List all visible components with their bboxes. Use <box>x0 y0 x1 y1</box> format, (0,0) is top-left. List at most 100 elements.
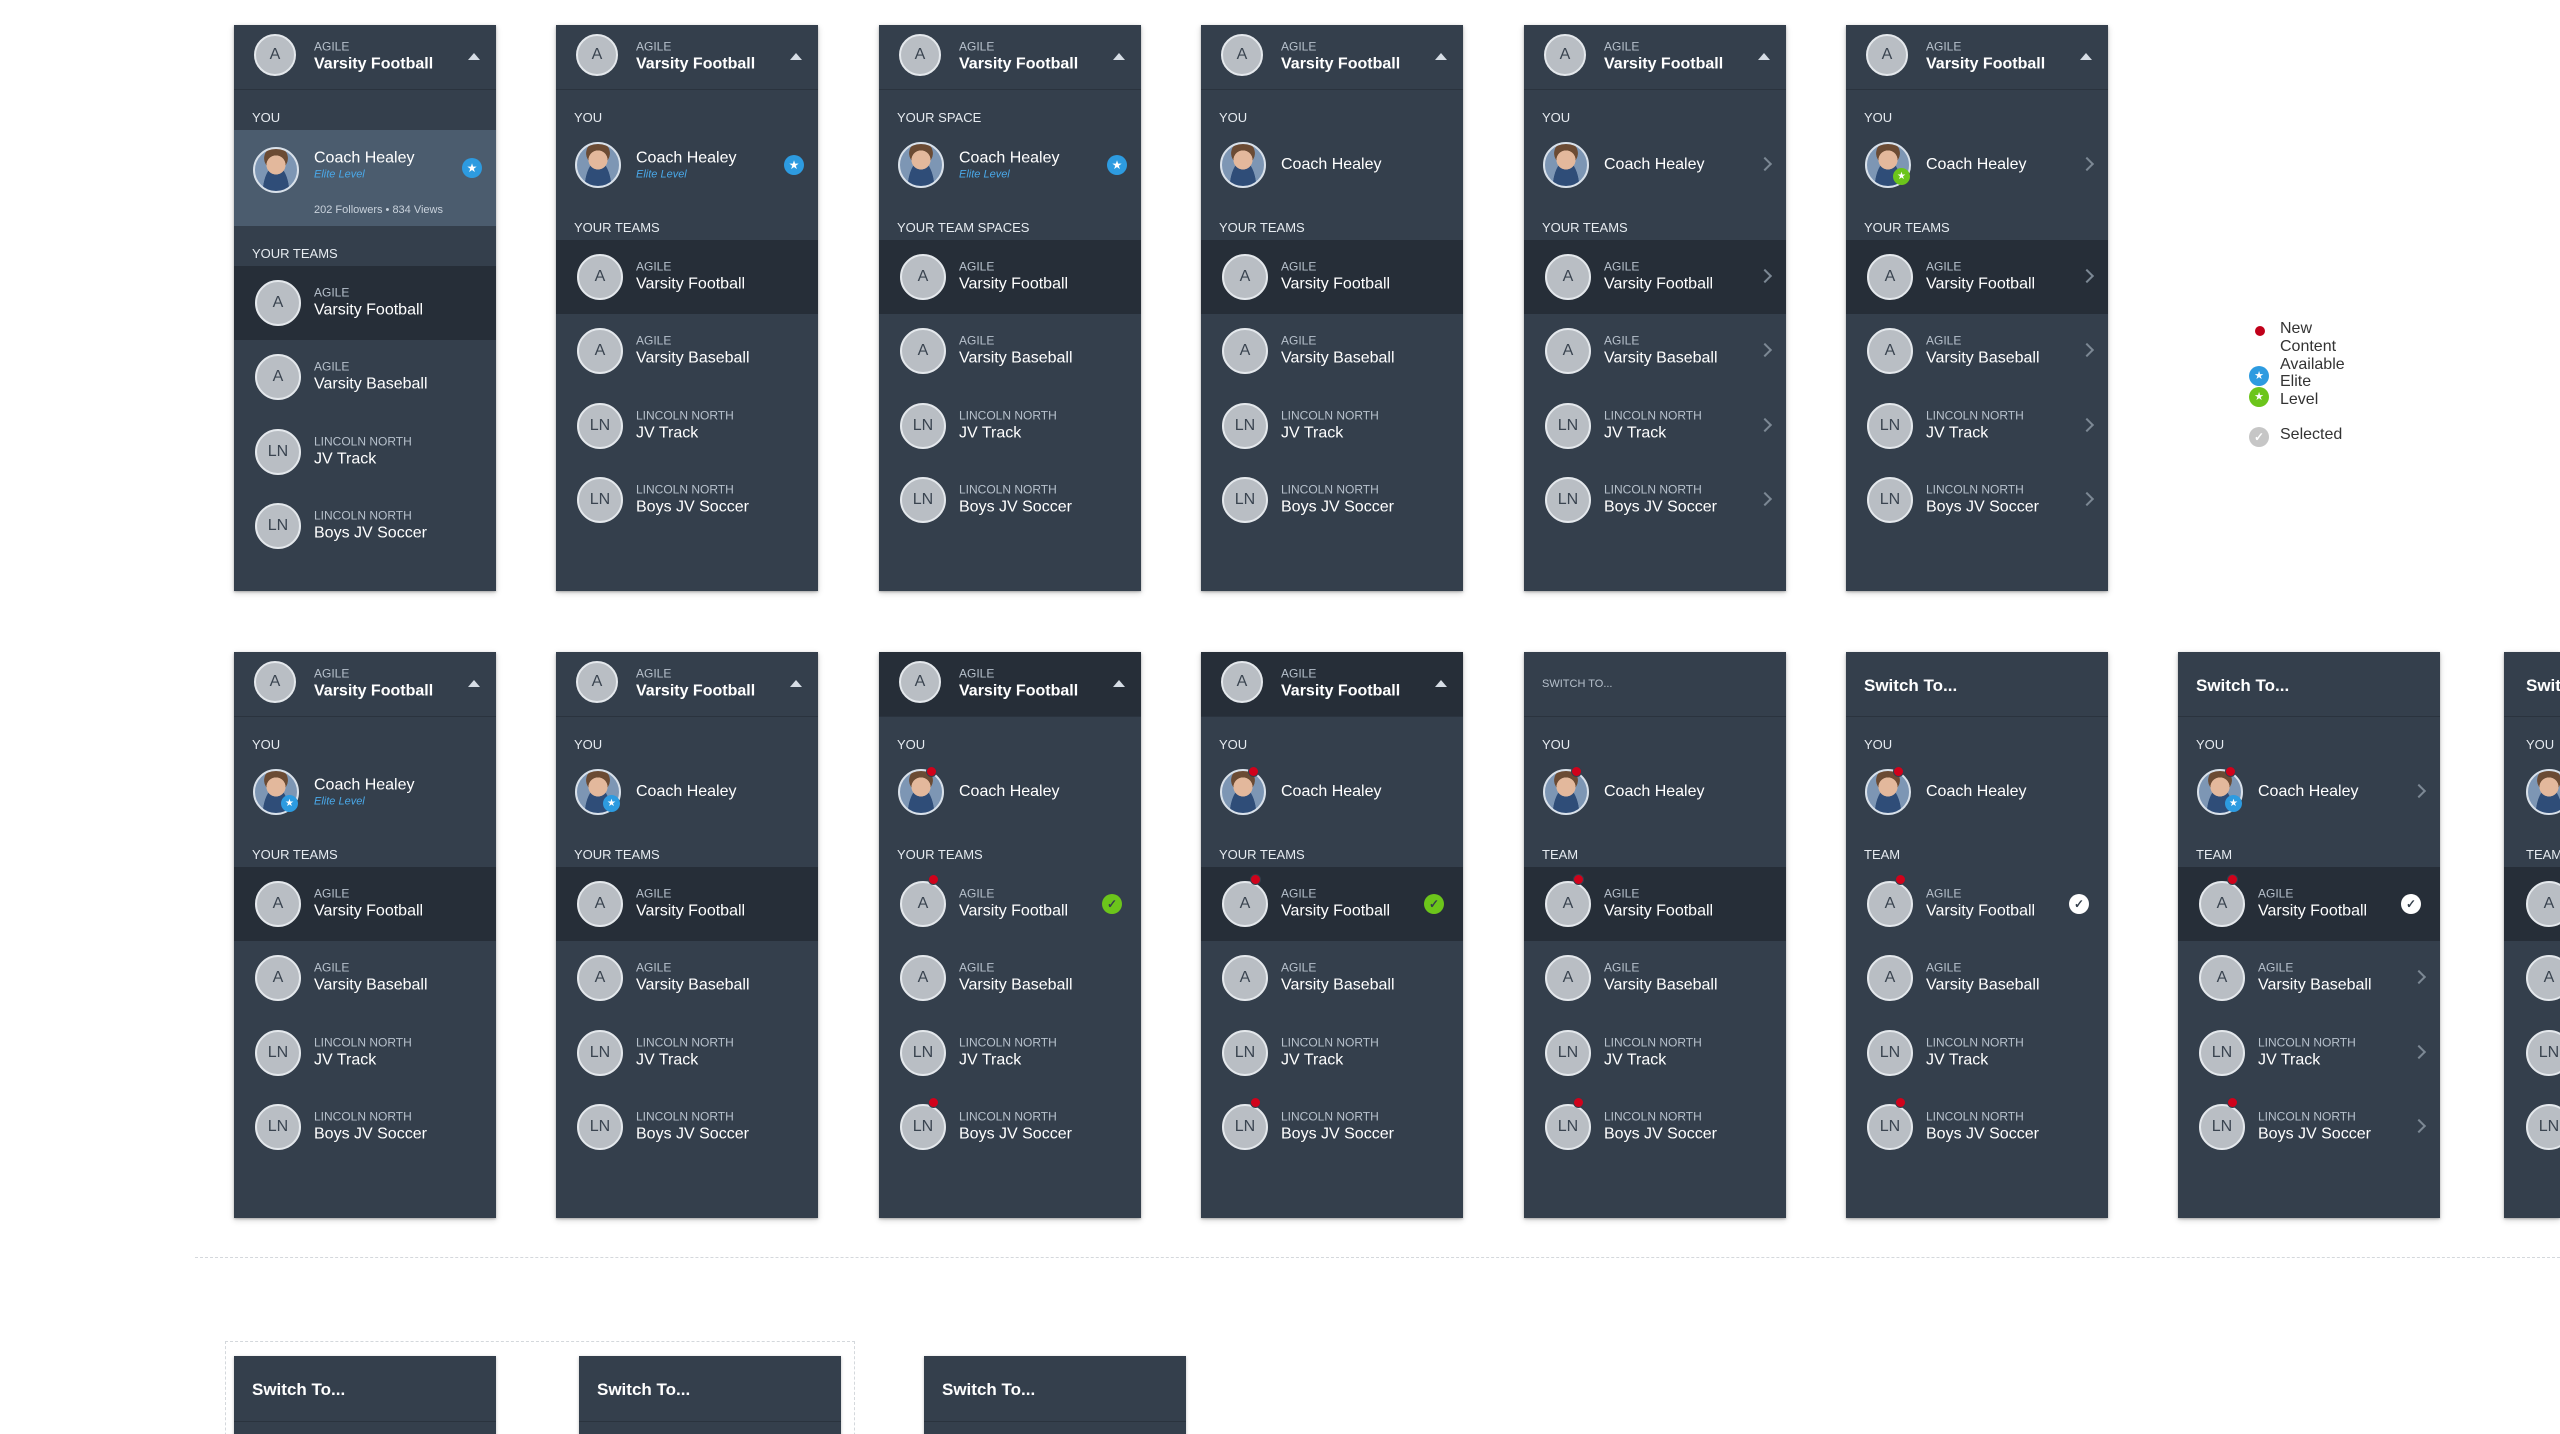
team-item[interactable]: A AGILE Varsity Football ✓ <box>879 867 1141 941</box>
team-item[interactable]: LN LINCOLN NORTH JV Track <box>234 1016 496 1090</box>
team-item[interactable]: LN LINCOLN NORTH Boys JV Soccer <box>234 1090 496 1164</box>
team-item[interactable]: A AGILE Varsity Baseball <box>1524 314 1786 388</box>
team-item[interactable]: A AGILE Varsity Baseball <box>1846 941 2108 1015</box>
caret-up-icon[interactable] <box>1758 53 1770 60</box>
switcher-header[interactable]: A AGILE Varsity Football <box>879 652 1141 717</box>
chevron-right-icon[interactable] <box>2079 269 2095 284</box>
chevron-right-icon[interactable] <box>2411 783 2427 799</box>
team-item[interactable]: A AGILE Varsity Football <box>234 266 496 341</box>
switcher-header[interactable]: A AGILE Varsity Football <box>1201 652 1463 717</box>
user-item[interactable]: Coach Healey <box>1524 130 1786 200</box>
switcher-header[interactable]: A AGILE Varsity Football <box>234 652 496 717</box>
team-item[interactable]: LN LINCOLN NORTH Boys JV Soccer <box>234 489 496 563</box>
team-item[interactable]: A AGILE Varsity Baseball <box>1201 314 1463 388</box>
team-item[interactable]: A AGILE Varsity Football <box>1201 240 1463 315</box>
user-item[interactable]: Coach Healey <box>1201 757 1463 827</box>
team-item[interactable]: A AGILE Varsity Baseball <box>1201 941 1463 1015</box>
team-item[interactable]: A AGILE Varsity Football <box>556 240 818 315</box>
team-item[interactable]: LN LINCOLN NORTH Boys JV Soccer <box>556 463 818 537</box>
team-item[interactable]: LN LINCOLN NORTH JV Track <box>234 415 496 489</box>
chevron-right-icon[interactable] <box>1757 491 1773 507</box>
team-item[interactable]: A AGILE Varsity Baseball <box>879 941 1141 1015</box>
team-item[interactable]: A AGILE Varsity Football ✓ <box>1201 867 1463 942</box>
chevron-right-icon[interactable] <box>2079 156 2095 172</box>
switcher-header[interactable]: A AGILE Varsity Football <box>556 25 818 90</box>
team-item[interactable]: A <box>2504 867 2560 942</box>
user-item[interactable]: ★ Coach Healey <box>556 757 818 827</box>
caret-up-icon[interactable] <box>1435 680 1447 687</box>
team-item[interactable]: LN LINCOLN NORTH Boys JV Soccer <box>1846 463 2108 537</box>
team-item[interactable]: A AGILE Varsity Baseball <box>1846 314 2108 388</box>
caret-up-icon[interactable] <box>790 53 802 60</box>
caret-up-icon[interactable] <box>1113 53 1125 60</box>
team-item[interactable]: LN LINCOLN NORTH Boys JV Soccer <box>1524 463 1786 537</box>
caret-up-icon[interactable] <box>1435 53 1447 60</box>
team-item[interactable]: A AGILE Varsity Football <box>879 240 1141 315</box>
switcher-header[interactable]: A AGILE Varsity Football <box>1524 25 1786 90</box>
team-item[interactable]: A AGILE Varsity Baseball <box>556 941 818 1015</box>
user-item[interactable]: ★ Coach Healey <box>2178 757 2440 827</box>
user-item[interactable] <box>2504 757 2560 827</box>
team-item[interactable]: LN LINCOLN NORTH JV Track <box>1846 389 2108 463</box>
user-item[interactable]: Coach Healey Elite Level ★ 202 Followers … <box>234 130 496 226</box>
chevron-right-icon[interactable] <box>2411 1044 2427 1059</box>
team-item[interactable]: A AGILE Varsity Baseball <box>879 314 1141 388</box>
team-item[interactable]: A AGILE Varsity Football <box>1846 240 2108 315</box>
team-item[interactable]: A AGILE Varsity Baseball <box>556 314 818 388</box>
user-item[interactable]: Coach Healey <box>1846 757 2108 827</box>
user-item[interactable]: Coach Healey <box>1524 757 1786 827</box>
team-item[interactable]: A AGILE Varsity Baseball <box>234 941 496 1015</box>
switcher-header[interactable]: A AGILE Varsity Football <box>1846 25 2108 90</box>
team-item[interactable]: LN <box>2504 1016 2560 1090</box>
team-item[interactable]: LN LINCOLN NORTH Boys JV Soccer <box>1201 1090 1463 1164</box>
team-item[interactable]: A AGILE Varsity Football ✓ <box>2178 867 2440 942</box>
team-item[interactable]: LN LINCOLN NORTH JV Track <box>556 1016 818 1090</box>
caret-up-icon[interactable] <box>790 680 802 687</box>
caret-up-icon[interactable] <box>1113 680 1125 687</box>
user-item[interactable]: Coach Healey <box>1201 130 1463 200</box>
team-item[interactable]: LN LINCOLN NORTH Boys JV Soccer <box>1201 463 1463 537</box>
team-item[interactable]: LN LINCOLN NORTH JV Track <box>1524 1016 1786 1090</box>
team-item[interactable]: LN LINCOLN NORTH JV Track <box>879 389 1141 463</box>
chevron-right-icon[interactable] <box>1757 417 1773 432</box>
team-item[interactable]: A AGILE Varsity Baseball <box>2178 941 2440 1015</box>
team-item[interactable]: LN LINCOLN NORTH Boys JV Soccer <box>1846 1090 2108 1164</box>
team-item[interactable]: A AGILE Varsity Football <box>556 867 818 942</box>
chevron-right-icon[interactable] <box>1757 343 1773 358</box>
team-item[interactable]: A <box>2504 941 2560 1015</box>
team-item[interactable]: LN LINCOLN NORTH JV Track <box>879 1016 1141 1090</box>
caret-up-icon[interactable] <box>468 53 480 60</box>
user-item[interactable]: Coach Healey Elite Level ★ <box>556 130 818 200</box>
user-item[interactable]: ★ Coach Healey <box>1846 130 2108 200</box>
switcher-header[interactable]: A AGILE Varsity Football <box>1201 25 1463 90</box>
team-item[interactable]: A AGILE Varsity Baseball <box>1524 941 1786 1015</box>
chevron-right-icon[interactable] <box>1757 269 1773 284</box>
chevron-right-icon[interactable] <box>2079 417 2095 432</box>
team-item[interactable]: LN LINCOLN NORTH Boys JV Soccer <box>879 1090 1141 1164</box>
chevron-right-icon[interactable] <box>2411 970 2427 985</box>
team-item[interactable]: LN LINCOLN NORTH JV Track <box>1524 389 1786 463</box>
chevron-right-icon[interactable] <box>2411 1118 2427 1134</box>
team-item[interactable]: LN LINCOLN NORTH Boys JV Soccer <box>879 463 1141 537</box>
caret-up-icon[interactable] <box>2080 53 2092 60</box>
team-item[interactable]: A AGILE Varsity Football <box>234 867 496 942</box>
team-item[interactable]: LN LINCOLN NORTH JV Track <box>1846 1016 2108 1090</box>
caret-up-icon[interactable] <box>468 680 480 687</box>
chevron-right-icon[interactable] <box>1757 156 1773 172</box>
user-item[interactable]: Coach Healey <box>879 757 1141 827</box>
user-item[interactable]: Coach Healey Elite Level ★ <box>879 130 1141 200</box>
team-item[interactable]: LN LINCOLN NORTH Boys JV Soccer <box>2178 1090 2440 1164</box>
team-item[interactable]: A AGILE Varsity Football <box>1524 867 1786 942</box>
team-item[interactable]: A AGILE Varsity Football <box>1524 240 1786 315</box>
team-item[interactable]: LN LINCOLN NORTH JV Track <box>556 389 818 463</box>
team-item[interactable]: A AGILE Varsity Baseball <box>234 340 496 414</box>
team-item[interactable]: LN LINCOLN NORTH JV Track <box>2178 1016 2440 1090</box>
chevron-right-icon[interactable] <box>2079 491 2095 507</box>
switcher-header[interactable]: A AGILE Varsity Football <box>879 25 1141 90</box>
team-item[interactable]: A AGILE Varsity Football ✓ <box>1846 867 2108 941</box>
team-item[interactable]: LN LINCOLN NORTH JV Track <box>1201 389 1463 463</box>
chevron-right-icon[interactable] <box>2079 343 2095 358</box>
switcher-header[interactable]: A AGILE Varsity Football <box>556 652 818 717</box>
team-item[interactable]: LN <box>2504 1090 2560 1164</box>
team-item[interactable]: LN LINCOLN NORTH Boys JV Soccer <box>556 1090 818 1164</box>
